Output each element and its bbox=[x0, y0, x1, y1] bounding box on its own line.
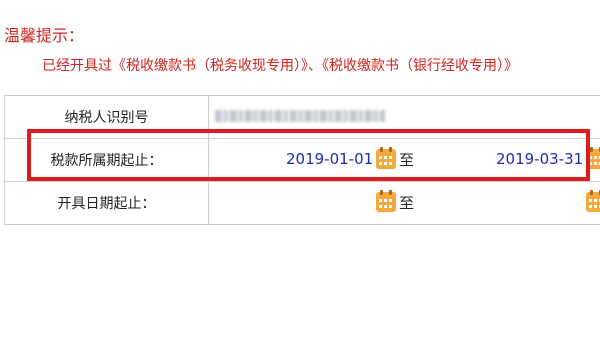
taxpayer-id-row: 纳税人识别号 bbox=[4, 95, 600, 139]
blurred-taxpayer-id bbox=[215, 110, 385, 122]
tax-period-start-input[interactable]: 2019-01-01 bbox=[286, 150, 373, 168]
issue-date-row: 开具日期起止： 至 bbox=[4, 181, 600, 225]
issue-date-label: 开具日期起止： bbox=[4, 181, 209, 225]
calendar-icon[interactable] bbox=[586, 190, 600, 212]
calendar-icon[interactable] bbox=[376, 190, 396, 212]
to-label: 至 bbox=[399, 151, 415, 169]
calendar-icon[interactable] bbox=[586, 147, 600, 169]
tax-form-table: 纳税人识别号 税款所属期起止： 2019-01-01 至 2019-03-31 … bbox=[4, 95, 600, 225]
taxpayer-id-value bbox=[208, 95, 600, 139]
tax-period-row: 税款所属期起止： 2019-01-01 至 2019-03-31 bbox=[4, 138, 600, 182]
to-label: 至 bbox=[399, 194, 415, 212]
issue-date-value: 至 bbox=[208, 181, 600, 225]
notice-text: 已经开具过《税收缴款书（税务收现专用）》、《税收缴款书（银行经收专用）》 bbox=[42, 58, 518, 74]
tax-period-value: 2019-01-01 至 2019-03-31 bbox=[208, 138, 600, 182]
taxpayer-id-label: 纳税人识别号 bbox=[4, 95, 209, 139]
tax-period-end-input[interactable]: 2019-03-31 bbox=[496, 150, 583, 168]
calendar-icon[interactable] bbox=[376, 147, 396, 169]
notice-title: 温馨提示： bbox=[4, 26, 85, 45]
tax-period-label: 税款所属期起止： bbox=[4, 138, 209, 182]
